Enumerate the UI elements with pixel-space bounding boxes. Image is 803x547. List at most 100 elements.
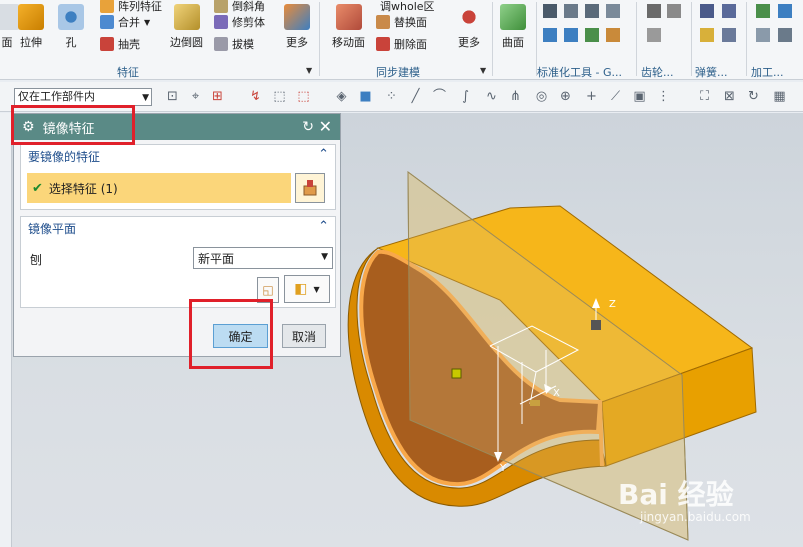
- group-label-feature: 特征: [117, 66, 139, 79]
- unite-button[interactable]: 合并 ▼: [100, 14, 150, 30]
- pattern-icon: [100, 0, 114, 13]
- spring-icon[interactable]: [722, 4, 736, 18]
- lasso-icon[interactable]: ⬚: [272, 89, 287, 104]
- group-divider: [492, 2, 493, 76]
- watermark-logo: Bai 经验: [618, 478, 734, 511]
- more-icon: [284, 4, 310, 30]
- chevron-down-icon: ▼: [142, 93, 149, 103]
- more-icon: [456, 4, 482, 30]
- chevron-down-icon[interactable]: ▼: [480, 66, 486, 75]
- select-feature-button[interactable]: [295, 173, 325, 203]
- tool-icon[interactable]: [543, 4, 557, 18]
- move-face-button[interactable]: 移动面: [332, 4, 365, 50]
- delete-face-icon: [376, 37, 390, 51]
- chevron-down-icon[interactable]: ▼: [306, 66, 312, 75]
- tool-icon[interactable]: [564, 28, 578, 42]
- partial-ribbon-button[interactable]: 面: [0, 4, 20, 50]
- spring-icon[interactable]: [700, 4, 714, 18]
- tool-icon[interactable]: [543, 28, 557, 42]
- selection-scope-dropdown[interactable]: 仅在工作部件内 ▼: [14, 88, 152, 106]
- gear-icon[interactable]: [647, 4, 661, 18]
- cursor-icon[interactable]: ↯: [248, 89, 263, 104]
- snap-icon[interactable]: ⌖: [188, 89, 203, 104]
- spring-icon[interactable]: [722, 28, 736, 42]
- edge-blend-button[interactable]: 边倒圆: [170, 4, 203, 50]
- resize-region-button[interactable]: 调whole区域: [376, 0, 434, 14]
- box-select-icon[interactable]: ⬚: [296, 89, 311, 104]
- tool-icon[interactable]: [778, 28, 792, 42]
- axis-x-label: X: [553, 388, 560, 399]
- chevron-down-icon: ▼: [313, 284, 320, 294]
- shell-button[interactable]: 抽壳: [100, 36, 140, 52]
- cancel-button[interactable]: 取消: [282, 324, 326, 348]
- section-header[interactable]: 镜像平面 ⌃: [21, 217, 335, 239]
- circle-icon[interactable]: ◎: [534, 89, 549, 104]
- section-header[interactable]: 要镜像的特征 ⌃: [21, 145, 335, 167]
- reset-icon[interactable]: ↻: [302, 119, 314, 135]
- plane-type-dropdown[interactable]: 新平面 ▼: [193, 247, 333, 269]
- csys-handle: [530, 400, 540, 406]
- highlight-box: [189, 299, 273, 369]
- collapse-icon[interactable]: ⌃: [318, 219, 329, 234]
- extra-icon[interactable]: ⋮: [656, 89, 671, 104]
- point-icon[interactable]: ⁘: [384, 89, 399, 104]
- draft-button[interactable]: 拔模: [214, 36, 254, 52]
- check-icon: ✔: [32, 180, 43, 196]
- hole-button[interactable]: 孔: [58, 4, 84, 50]
- tool-icon[interactable]: [606, 4, 620, 18]
- face-select-icon[interactable]: ▣: [632, 89, 647, 104]
- extrude-button[interactable]: 拉伸: [18, 4, 44, 50]
- tool-icon[interactable]: [585, 4, 599, 18]
- mirror-plane-section: 镜像平面 ⌃ 刨 新平面 ▼ ◱ ◧ ▼: [20, 216, 336, 308]
- axis-z-label: Z: [609, 299, 616, 310]
- tool-icon[interactable]: [778, 4, 792, 18]
- group-label-sync: 同步建模: [376, 66, 420, 79]
- spring-icon[interactable]: [700, 28, 714, 42]
- rotate-icon[interactable]: ↻: [746, 89, 761, 104]
- resource-bar[interactable]: [0, 113, 12, 547]
- move-face-icon: [335, 4, 362, 30]
- tool-icon[interactable]: [756, 28, 770, 42]
- tool-icon[interactable]: [564, 4, 578, 18]
- watermark-url: jingyan.baidu.com: [640, 510, 751, 524]
- tool-icon[interactable]: [585, 28, 599, 42]
- spline-icon[interactable]: ∿: [484, 89, 499, 104]
- check-icon[interactable]: [756, 4, 770, 18]
- ribbon: 面 拉伸 孔 阵列特征 合并 ▼ 抽壳 边倒圆 倒斜角 修剪体 拔模 更多 ▼: [0, 0, 803, 80]
- curve-icon[interactable]: ∫: [458, 89, 473, 104]
- plane-dialog-button[interactable]: ◧ ▼: [284, 275, 330, 303]
- line-icon[interactable]: ╱: [408, 89, 423, 104]
- cross-icon[interactable]: +: [584, 89, 599, 104]
- more-sync-button[interactable]: 更多: [456, 4, 482, 50]
- select-icon[interactable]: ⊞: [210, 89, 225, 104]
- arc-icon[interactable]: ⌒: [432, 89, 447, 104]
- solid-icon[interactable]: ■: [358, 89, 373, 104]
- face-icon: [0, 4, 20, 30]
- intersect-icon[interactable]: ⋔: [508, 89, 523, 104]
- filter-icon[interactable]: ⊡: [165, 89, 180, 104]
- trim-body-button[interactable]: 修剪体: [214, 14, 265, 30]
- render-style-icon[interactable]: ▦: [772, 89, 787, 104]
- pattern-feature-button[interactable]: 阵列特征: [100, 0, 162, 14]
- hole-icon: [58, 4, 84, 30]
- gear-icon[interactable]: [667, 4, 681, 18]
- select-feature-row[interactable]: ✔ 选择特征 (1): [27, 173, 291, 203]
- gear-icon[interactable]: [647, 28, 661, 42]
- target-icon[interactable]: ⊕: [558, 89, 573, 104]
- collapse-icon[interactable]: ⌃: [318, 147, 329, 162]
- close-icon[interactable]: ✕: [319, 117, 332, 136]
- tangent-icon[interactable]: ⟋: [608, 89, 623, 104]
- axis-y-label: Y: [500, 463, 507, 474]
- tool-icon[interactable]: [606, 28, 620, 42]
- zoom-icon[interactable]: ⊠: [722, 89, 737, 104]
- delete-face-button[interactable]: 删除面: [376, 36, 427, 52]
- gear-tools-grid: [647, 4, 687, 42]
- draft-icon: [214, 37, 228, 51]
- surface-button[interactable]: 曲面: [500, 4, 526, 50]
- group-label-process: 加工...: [751, 66, 784, 79]
- replace-face-button[interactable]: 替换面: [376, 14, 427, 30]
- chamfer-button[interactable]: 倒斜角: [214, 0, 265, 14]
- more-features-button[interactable]: 更多: [284, 4, 310, 50]
- cube-icon[interactable]: ◈: [334, 89, 349, 104]
- fit-view-icon[interactable]: ⛶: [697, 89, 712, 104]
